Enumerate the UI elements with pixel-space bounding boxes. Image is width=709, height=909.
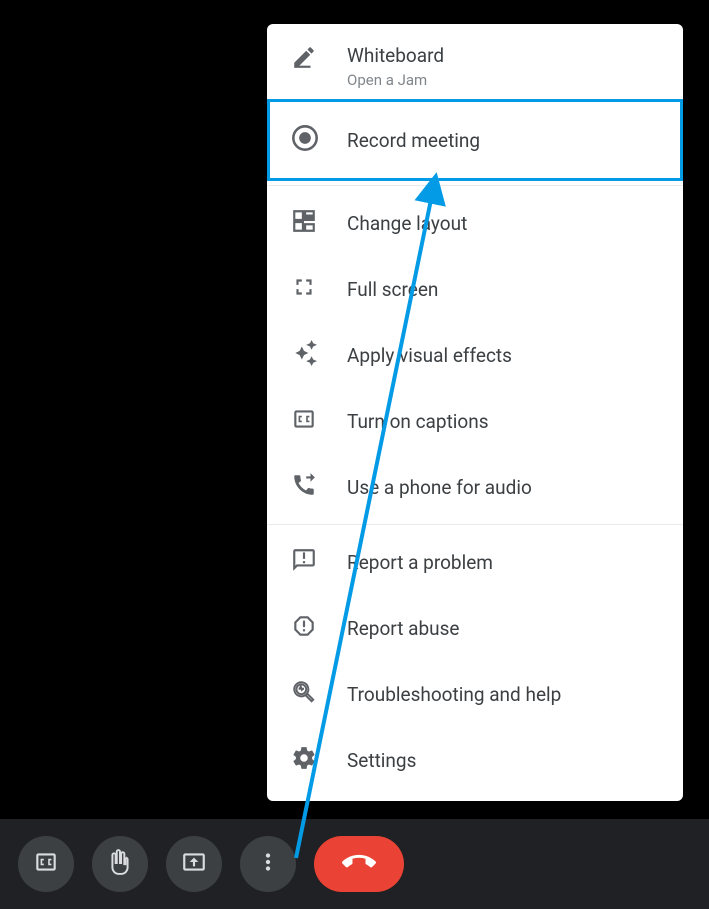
gear-icon [291,745,317,775]
phone-forward-icon [291,472,317,502]
menu-item-record[interactable]: Record meeting [267,99,683,181]
menu-divider [267,524,683,525]
menu-item-change-layout[interactable]: Change layout [267,190,683,256]
record-icon [291,124,319,156]
call-end-icon [342,845,376,883]
captions-button[interactable] [18,836,74,892]
troubleshoot-icon [291,679,317,709]
menu-label-whiteboard: Whiteboard [347,44,659,67]
menu-label-visual-effects: Apply visual effects [347,344,659,367]
more-vert-icon [255,849,281,879]
menu-label-report-problem: Report a problem [347,551,659,574]
menu-item-phone-audio[interactable]: Use a phone for audio [267,454,683,520]
raise-hand-button[interactable] [92,836,148,892]
cc-icon [33,849,59,879]
menu-label-record: Record meeting [347,129,659,152]
sparkle-icon [291,340,317,370]
menu-divider [267,185,683,186]
report-icon [291,613,317,643]
pencil-icon [291,44,317,74]
menu-label-change-layout: Change layout [347,212,659,235]
menu-label-full-screen: Full screen [347,278,659,301]
hand-icon [107,849,133,879]
menu-label-troubleshooting: Troubleshooting and help [347,683,659,706]
menu-sublabel-whiteboard: Open a Jam [347,71,659,89]
menu-label-report-abuse: Report abuse [347,617,659,640]
call-toolbar [0,819,709,909]
menu-item-troubleshooting[interactable]: Troubleshooting and help [267,661,683,727]
menu-label-captions: Turn on captions [347,410,659,433]
more-options-button[interactable] [240,836,296,892]
menu-item-settings[interactable]: Settings [267,727,683,793]
layout-icon [291,208,317,238]
menu-item-captions[interactable]: Turn on captions [267,388,683,454]
menu-item-report-abuse[interactable]: Report abuse [267,595,683,661]
present-icon [181,849,207,879]
menu-item-full-screen[interactable]: Full screen [267,256,683,322]
menu-label-phone-audio: Use a phone for audio [347,476,659,499]
menu-item-whiteboard[interactable]: Whiteboard Open a Jam [267,24,683,99]
end-call-button[interactable] [314,836,404,892]
more-options-menu: Whiteboard Open a Jam Record meeting Cha… [267,24,683,801]
menu-item-report-problem[interactable]: Report a problem [267,529,683,595]
present-button[interactable] [166,836,222,892]
fullscreen-icon [291,274,317,304]
menu-item-visual-effects[interactable]: Apply visual effects [267,322,683,388]
feedback-icon [291,547,317,577]
menu-label-settings: Settings [347,749,659,772]
captions-icon [291,406,317,436]
